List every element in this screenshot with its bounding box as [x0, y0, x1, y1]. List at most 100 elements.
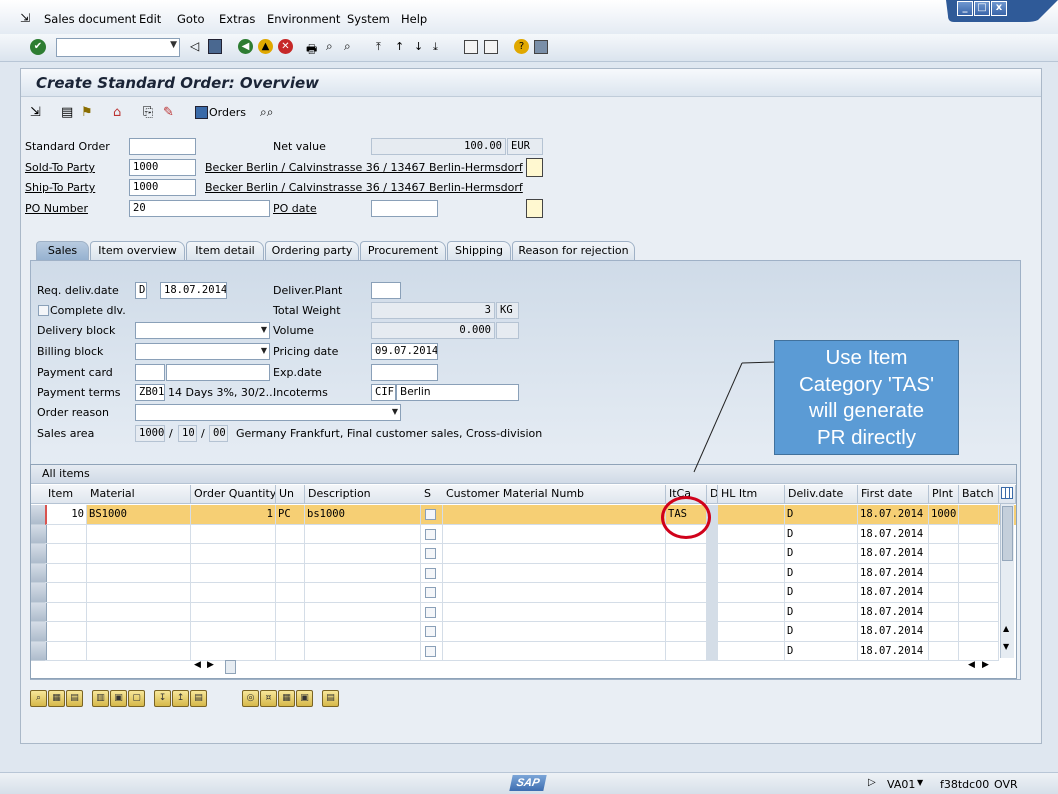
sort-ascending-icon[interactable]: ↧ — [154, 690, 171, 707]
schedule-lines-icon[interactable]: ▦ — [278, 690, 295, 707]
cell-d[interactable] — [707, 602, 718, 622]
cell-itca[interactable] — [666, 583, 707, 603]
cell-d[interactable] — [707, 641, 718, 661]
cell-d[interactable] — [707, 563, 718, 583]
col-hl-itm[interactable]: HL Itm — [718, 485, 785, 504]
delete-icon[interactable]: ✎ — [163, 105, 174, 120]
cell-cust[interactable] — [443, 505, 666, 525]
cell-desc[interactable] — [305, 563, 421, 583]
status-checkbox-cell[interactable] — [421, 641, 443, 661]
display-detail-icon[interactable]: ▣ — [296, 690, 313, 707]
transaction-code[interactable]: VA01 — [887, 778, 915, 791]
cell-hl[interactable] — [718, 563, 785, 583]
row-checkbox[interactable] — [425, 626, 436, 637]
table-row[interactable]: D 18.07.2014 — [31, 544, 1016, 564]
sort-descending-icon[interactable]: ↥ — [172, 690, 189, 707]
save-icon[interactable] — [208, 39, 222, 54]
tab-ordering-party[interactable]: Ordering party — [265, 241, 359, 261]
enter-icon[interactable]: ✔ — [30, 39, 46, 55]
business-partner-icon[interactable]: ⚑ — [81, 105, 93, 120]
scroll-thumb[interactable] — [1002, 506, 1013, 561]
find-icon[interactable]: ⌕ — [326, 39, 333, 54]
col-description[interactable]: Description — [305, 485, 423, 504]
delivery-block-select[interactable]: ▼ — [135, 322, 270, 339]
menu-environment[interactable]: Environment — [267, 12, 340, 26]
cell-cust[interactable] — [443, 602, 666, 622]
cell-d[interactable]: D — [785, 563, 858, 583]
col-batch[interactable]: Batch — [959, 485, 999, 504]
cell-batch[interactable] — [959, 524, 999, 544]
pricing-date-field[interactable]: 09.07.2014 — [371, 343, 438, 360]
display-doc-flow-icon[interactable]: ⇲ — [30, 105, 41, 120]
cell-d[interactable]: D — [785, 641, 858, 661]
binoculars-icon[interactable]: ⌕⌕ — [260, 105, 273, 120]
cell-un[interactable] — [276, 641, 305, 661]
cell-desc[interactable]: bs1000 — [305, 505, 421, 525]
cell-hl[interactable] — [718, 602, 785, 622]
status-checkbox-cell[interactable] — [421, 505, 443, 525]
standard-order-field[interactable] — [129, 138, 196, 155]
order-icon[interactable]: ⌂ — [113, 105, 121, 120]
select-all-icon[interactable]: ▦ — [48, 690, 65, 707]
cell-qty[interactable] — [191, 524, 276, 544]
cell-un[interactable] — [276, 583, 305, 603]
orders-button[interactable]: Orders — [209, 106, 246, 119]
tab-shipping[interactable]: Shipping — [447, 241, 511, 261]
cell-desc[interactable] — [305, 622, 421, 642]
chevron-down-icon[interactable]: ▼ — [170, 40, 177, 50]
sold-to-party-label[interactable]: Sold-To Party — [25, 161, 95, 174]
cell-batch[interactable] — [959, 544, 999, 564]
minimize-button[interactable]: _ — [957, 1, 973, 16]
incoterms-place-field[interactable]: Berlin — [396, 384, 519, 401]
scroll-down-icon[interactable]: ▼ — [1003, 642, 1009, 651]
col-customer-material[interactable]: Customer Material Numb — [443, 485, 666, 504]
cell-hl[interactable] — [718, 622, 785, 642]
ship-to-party-label[interactable]: Ship-To Party — [25, 181, 95, 194]
cell-batch[interactable] — [959, 563, 999, 583]
cell-material[interactable] — [87, 622, 191, 642]
cell-first-date[interactable]: 18.07.2014 — [858, 544, 929, 564]
cell-d[interactable] — [707, 622, 718, 642]
cell-item[interactable] — [45, 602, 87, 622]
cell-cust[interactable] — [443, 563, 666, 583]
cell-batch[interactable] — [959, 641, 999, 661]
cell-plnt[interactable] — [929, 524, 959, 544]
cell-qty[interactable] — [191, 602, 276, 622]
menu-extras[interactable]: Extras — [219, 12, 255, 26]
cell-plnt[interactable] — [929, 622, 959, 642]
col-order-quantity[interactable]: Order Quantity — [191, 485, 276, 504]
status-checkbox-cell[interactable] — [421, 544, 443, 564]
cell-hl[interactable] — [718, 524, 785, 544]
po-detail-icon[interactable] — [526, 199, 543, 218]
cell-desc[interactable] — [305, 524, 421, 544]
cell-itca[interactable] — [666, 641, 707, 661]
req-deliv-date-format-field[interactable]: D — [135, 282, 147, 299]
cell-qty[interactable] — [191, 641, 276, 661]
cell-d[interactable]: D — [785, 583, 858, 603]
cell-d[interactable]: D — [785, 544, 858, 564]
cell-cust[interactable] — [443, 524, 666, 544]
deselect-all-icon[interactable]: ▤ — [66, 690, 83, 707]
ship-to-party-field[interactable]: 1000 — [129, 179, 196, 196]
cell-item[interactable]: 10 — [45, 505, 87, 525]
table-row[interactable]: D 18.07.2014 — [31, 622, 1016, 642]
cell-desc[interactable] — [305, 602, 421, 622]
status-expand-icon[interactable]: ▷ — [868, 777, 876, 788]
cell-qty[interactable] — [191, 583, 276, 603]
table-row[interactable]: D 18.07.2014 — [31, 563, 1016, 583]
col-first-date[interactable]: First date — [858, 485, 929, 504]
col-item[interactable]: Item — [45, 485, 89, 504]
item-detail-icon[interactable]: ⌕ — [30, 690, 47, 707]
col-d[interactable]: D — [707, 485, 718, 504]
table-row[interactable]: D 18.07.2014 — [31, 641, 1016, 661]
cell-item[interactable] — [45, 622, 87, 642]
po-number-field[interactable]: 20 — [129, 200, 270, 217]
cell-un[interactable] — [276, 524, 305, 544]
cell-d[interactable] — [707, 524, 718, 544]
configuration-icon[interactable]: ▢ — [128, 690, 145, 707]
orders-icon[interactable] — [195, 106, 208, 119]
status-checkbox-cell[interactable] — [421, 602, 443, 622]
scroll-left-icon[interactable]: ◀ — [194, 660, 201, 670]
header-icon[interactable]: ▤ — [61, 105, 73, 120]
command-field[interactable]: ▼ — [56, 38, 180, 57]
